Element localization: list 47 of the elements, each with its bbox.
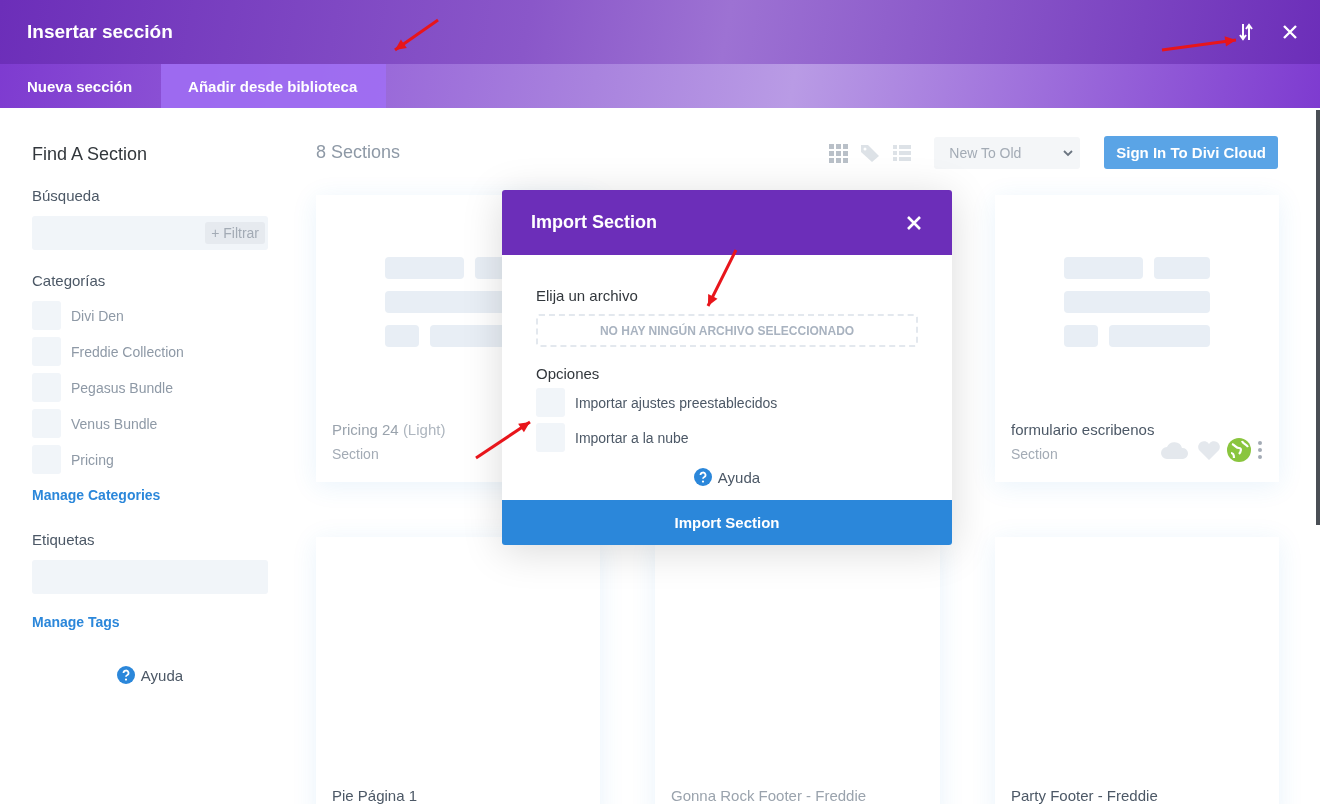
tag-icon[interactable] xyxy=(860,142,881,163)
sign-in-button[interactable]: Sign In To Divi Cloud xyxy=(1104,136,1278,169)
filter-button[interactable]: + Filtrar xyxy=(205,222,265,244)
manage-tags-link[interactable]: Manage Tags xyxy=(32,614,268,630)
card-type: Section xyxy=(332,446,380,462)
sort-dropdown[interactable]: New To Old xyxy=(934,136,1081,169)
chevron-down-icon xyxy=(1062,148,1075,157)
scrollbar[interactable] xyxy=(1316,110,1320,525)
grid-view-icon[interactable] xyxy=(828,142,849,163)
category-label: Divi Den xyxy=(71,307,124,324)
card-title: Party Footer - Freddie xyxy=(1011,787,1158,804)
heart-icon[interactable] xyxy=(1197,439,1221,461)
close-icon[interactable] xyxy=(906,214,922,231)
card-title: Gonna Rock Footer - Freddie xyxy=(671,787,867,804)
search-label: Búsqueda xyxy=(32,187,101,204)
category-label: Pricing xyxy=(71,451,114,468)
card-title: formulario escribenos xyxy=(1011,421,1155,438)
category-label: Freddie Collection xyxy=(71,343,184,360)
list-view-icon[interactable] xyxy=(892,142,913,163)
section-count: 8 Sections xyxy=(316,142,402,163)
card-title: Pie Página 1 xyxy=(332,787,418,804)
category-label: Pegasus Bundle xyxy=(71,379,173,396)
tags-label: Etiquetas xyxy=(32,531,96,548)
import-button[interactable]: Import Section xyxy=(502,500,952,545)
help-icon xyxy=(116,666,135,684)
help-link[interactable]: Ayuda xyxy=(140,666,184,684)
options-label: Opciones xyxy=(536,365,601,382)
sidebar-title: Find A Section xyxy=(32,144,149,165)
help-icon xyxy=(693,468,712,486)
categories-label: Categorías xyxy=(32,272,107,289)
help-link[interactable]: Ayuda xyxy=(717,468,761,486)
cloud-icon[interactable] xyxy=(1159,440,1191,460)
card-title: Pricing 24 (Light) xyxy=(332,421,446,438)
more-icon[interactable] xyxy=(1257,440,1263,460)
card-type: Section xyxy=(1011,446,1059,462)
manage-categories-link[interactable]: Manage Categories xyxy=(32,487,268,503)
sort-icon[interactable] xyxy=(1236,22,1256,42)
section-card[interactable]: Party Footer - Freddie xyxy=(995,537,1279,804)
globe-icon[interactable] xyxy=(1227,438,1251,462)
section-card[interactable]: Pie Página 1 xyxy=(316,537,600,804)
file-upload-field[interactable]: NO HAY NINGÚN ARCHIVO SELECCIONADO xyxy=(536,314,918,347)
tab[interactable]: Nueva sección xyxy=(0,64,162,108)
category-label: Venus Bundle xyxy=(71,415,158,432)
section-card[interactable]: formulario escribenos Section xyxy=(995,195,1279,482)
tab[interactable]: Añadir desde biblioteca xyxy=(161,64,387,108)
window-title: Insertar sección xyxy=(27,21,173,43)
search-field[interactable]: + Filtrar xyxy=(32,216,268,250)
